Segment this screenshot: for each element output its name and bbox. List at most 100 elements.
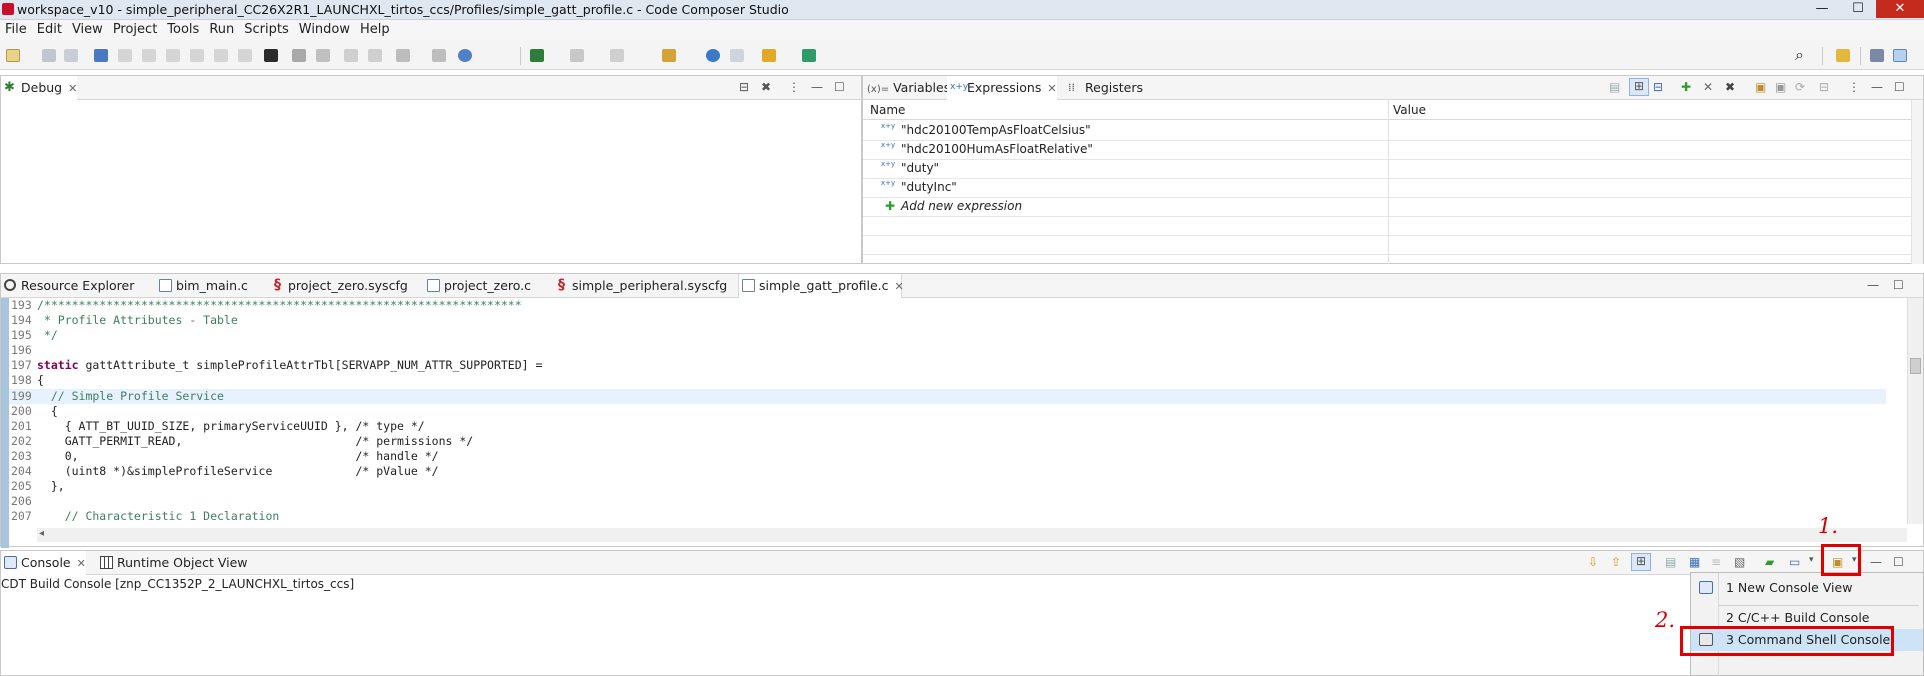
clear-console-icon[interactable]: ▤	[1665, 555, 1676, 569]
show-logical-icon[interactable]: ⊞	[1629, 78, 1649, 96]
menu-file[interactable]: File	[0, 20, 32, 40]
maximize-icon[interactable]: ☐	[1893, 278, 1904, 292]
scroll-thumb[interactable]	[1910, 358, 1921, 374]
pin-console-icon[interactable]: ▰	[1765, 555, 1774, 569]
connect-icon[interactable]	[458, 49, 472, 62]
terminate-icon[interactable]	[166, 49, 180, 62]
close-icon[interactable]: ✕	[77, 557, 86, 570]
tab-debug[interactable]: ✱ Debug ✕	[1, 76, 78, 100]
tab-registers[interactable]: ⁞⁞ Registers	[1065, 76, 1143, 100]
menu-view[interactable]: View	[67, 20, 108, 40]
resume-icon[interactable]	[118, 49, 132, 62]
layout-icon[interactable]: ⊟	[1653, 80, 1663, 94]
editor-horizontal-scrollbar[interactable]: ◂	[37, 528, 1907, 542]
word-wrap-icon[interactable]: ▦	[1689, 555, 1700, 569]
expressions-scrollbar[interactable]	[1911, 100, 1923, 264]
remove-all-icon[interactable]: ✖	[1725, 80, 1735, 94]
minimize-window-button[interactable]: —	[1804, 0, 1840, 18]
table-row[interactable]: x+y "duty"	[881, 159, 939, 178]
view-menu-icon[interactable]: ⋮	[1848, 80, 1860, 94]
tab-expressions[interactable]: x+y Expressions ✕	[947, 76, 1057, 100]
menu-edit[interactable]: Edit	[32, 20, 67, 40]
suspend-icon[interactable]	[142, 49, 156, 62]
table-row[interactable]: x+y "hdc20100HumAsFloatRelative"	[881, 140, 1093, 159]
remove-console-icon[interactable]: ▧	[1734, 555, 1745, 569]
tab-console[interactable]: Console ✕	[1, 551, 86, 575]
run-wizard-icon[interactable]	[762, 49, 776, 62]
perspective-edit-icon[interactable]	[1870, 49, 1884, 62]
memory-grid-icon[interactable]	[264, 49, 278, 62]
tab-resource-explorer[interactable]: Resource Explorer	[1, 274, 134, 298]
debug-view-icon[interactable]	[94, 49, 108, 62]
save-all-icon[interactable]	[64, 49, 78, 62]
scroll-left-icon[interactable]: ◂	[39, 528, 44, 539]
flash-icon[interactable]	[316, 49, 330, 62]
collapse-icon[interactable]: ⊟	[1819, 80, 1829, 94]
load-icon[interactable]	[396, 49, 410, 62]
debug-bug-icon[interactable]	[530, 49, 544, 62]
menu-window[interactable]: Window	[294, 20, 355, 40]
column-name-header[interactable]: Name	[870, 103, 905, 117]
new-group-icon[interactable]: ▣	[1755, 80, 1766, 94]
menu-scripts[interactable]: Scripts	[239, 20, 293, 40]
collapse-all-icon[interactable]: ⊟	[739, 80, 749, 94]
scroll-down-icon[interactable]: ⇩	[1588, 555, 1598, 569]
close-icon[interactable]: ✕	[68, 82, 77, 95]
refresh-icon[interactable]: ⟳	[1795, 80, 1805, 94]
show-output-icon[interactable]: ≡	[1711, 555, 1721, 569]
table-row[interactable]: x+y "dutyInc"	[881, 178, 957, 197]
external-tools-icon[interactable]	[610, 49, 624, 62]
menu-help[interactable]: Help	[355, 20, 395, 40]
tab-bim-main-c[interactable]: bim_main.c	[156, 274, 248, 298]
search-refs-icon[interactable]	[706, 49, 720, 62]
build-hammer-icon[interactable]	[662, 49, 676, 62]
tab-variables[interactable]: (x)= Variables	[863, 76, 950, 100]
column-value-header[interactable]: Value	[1393, 103, 1426, 117]
restart-icon[interactable]	[368, 49, 382, 62]
add-new-expression[interactable]: ✚ Add new expression	[885, 197, 1022, 216]
new-icon[interactable]	[6, 49, 20, 62]
menu-item-new-console-view[interactable]: 1 New Console View	[1691, 577, 1923, 599]
profile-icon[interactable]	[570, 49, 584, 62]
search-icon[interactable]: ⌕	[1795, 45, 1804, 65]
close-icon[interactable]: ✕	[895, 280, 904, 293]
pin-icon[interactable]	[292, 49, 306, 62]
close-icon[interactable]: ✕	[1047, 82, 1056, 95]
open-perspective-icon[interactable]	[1836, 49, 1850, 62]
export-icon[interactable]	[802, 49, 816, 62]
chevron-down-icon[interactable]: ▾	[1809, 555, 1814, 565]
show-type-icon[interactable]: ▤	[1609, 80, 1620, 94]
remove-all-icon[interactable]: ✖	[761, 80, 771, 94]
remove-icon[interactable]: ✕	[1703, 80, 1713, 94]
scroll-lock-icon[interactable]: ⊞	[1631, 553, 1651, 571]
menu-project[interactable]: Project	[108, 20, 162, 40]
maximize-icon[interactable]: ☐	[1893, 555, 1904, 569]
close-window-button[interactable]: ✕	[1876, 0, 1924, 18]
tab-simple-gatt-profile-c[interactable]: simple_gatt_profile.c ✕	[738, 274, 904, 298]
step-into-icon[interactable]	[190, 49, 204, 62]
open-console-icon[interactable]	[730, 49, 744, 62]
tab-simple-peripheral-syscfg[interactable]: § simple_peripheral.syscfg	[552, 274, 727, 298]
code-editor[interactable]: 193/************************************…	[1, 298, 1886, 548]
tab-project-zero-c[interactable]: project_zero.c	[424, 274, 531, 298]
step-over-icon[interactable]	[214, 49, 228, 62]
maximize-icon[interactable]: ☐	[1894, 80, 1905, 94]
minimize-icon[interactable]: —	[1870, 555, 1882, 569]
menu-run[interactable]: Run	[204, 20, 239, 40]
tab-runtime-object-view[interactable]: Runtime Object View	[97, 551, 248, 575]
editor-vertical-scrollbar[interactable]	[1907, 298, 1923, 524]
minimize-icon[interactable]: —	[1867, 278, 1879, 292]
view-menu-icon[interactable]: ⋮	[788, 80, 800, 94]
minimize-icon[interactable]: —	[811, 80, 823, 94]
perspective-debug-icon[interactable]	[1893, 49, 1907, 62]
tab-project-zero-syscfg[interactable]: § project_zero.syscfg	[268, 274, 408, 298]
save-icon[interactable]	[42, 49, 56, 62]
add-expression-icon[interactable]: ✚	[1681, 80, 1691, 94]
maximize-icon[interactable]: ☐	[834, 80, 845, 94]
refresh-icon[interactable]	[432, 49, 446, 62]
scroll-up-icon[interactable]: ⇧	[1611, 555, 1621, 569]
export-icon[interactable]: ▣	[1775, 80, 1786, 94]
table-row[interactable]: x+y "hdc20100TempAsFloatCelsius"	[881, 121, 1091, 140]
step-return-icon[interactable]	[238, 49, 252, 62]
maximize-window-button[interactable]: ☐	[1840, 0, 1876, 18]
